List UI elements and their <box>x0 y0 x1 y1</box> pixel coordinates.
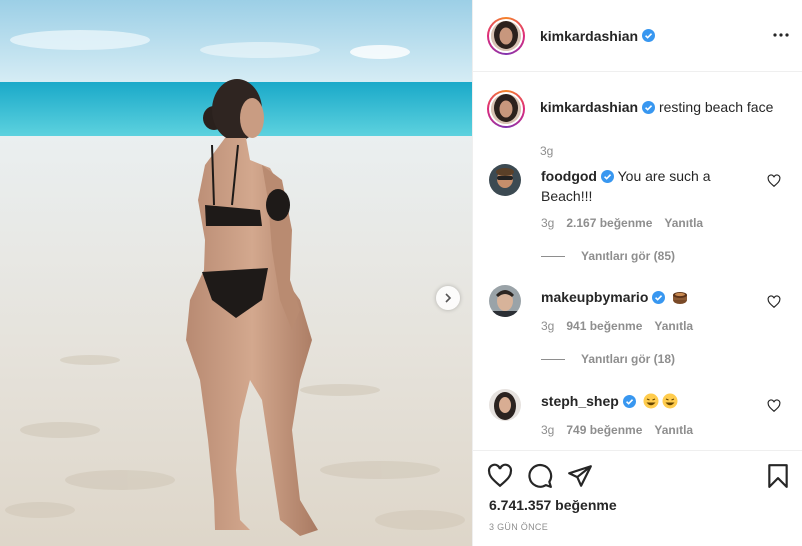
comment-username[interactable]: makeupbymario <box>541 289 648 305</box>
likes-count[interactable]: 6.741.357 beğenme <box>489 497 617 513</box>
comment-meta: 3g 749 beğenme Yanıtla <box>541 423 693 437</box>
commenter-avatar-image <box>489 389 521 421</box>
comment-username[interactable]: steph_shep <box>541 393 619 409</box>
view-replies-button[interactable]: Yanıtları gör (18) <box>541 352 675 366</box>
commenter-avatar[interactable] <box>489 389 521 421</box>
author-avatar[interactable] <box>487 16 525 55</box>
replies-divider <box>541 358 565 360</box>
heart-icon[interactable] <box>487 463 513 489</box>
verified-badge-icon <box>600 170 614 183</box>
reply-button[interactable]: Yanıtla <box>664 216 703 230</box>
like-comment-heart-icon[interactable] <box>767 399 781 413</box>
comments-list[interactable]: kimkardashian resting beach face 3g food <box>473 72 802 450</box>
post-date[interactable]: 3 GÜN ÖNCE <box>489 522 548 532</box>
cake-emoji <box>673 292 688 304</box>
comment-time[interactable]: 3g <box>541 319 554 333</box>
comment-likes[interactable]: 749 beğenme <box>566 423 642 437</box>
comment-icon[interactable] <box>527 463 553 489</box>
comment-likes[interactable]: 941 beğenme <box>566 319 642 333</box>
like-comment-heart-icon[interactable] <box>767 295 781 309</box>
verified-badge-icon <box>622 395 636 408</box>
replies-divider <box>541 255 565 257</box>
comment-time[interactable]: 3g <box>541 423 554 437</box>
beach-photo <box>0 0 472 546</box>
caption-text: resting beach face <box>658 99 774 115</box>
reply-button[interactable]: Yanıtla <box>654 423 693 437</box>
commenter-avatar[interactable] <box>489 285 521 317</box>
verified-badge-icon <box>642 101 656 114</box>
verified-badge-icon <box>652 291 666 304</box>
next-photo-button[interactable] <box>436 286 460 310</box>
like-comment-heart-icon[interactable] <box>767 174 781 188</box>
comment-meta: 3g 2.167 beğenme Yanıtla <box>541 216 703 230</box>
chevron-right-icon <box>445 293 452 303</box>
caption-body: kimkardashian resting beach face <box>540 98 790 116</box>
reply-button[interactable]: Yanıtla <box>654 319 693 333</box>
post-side-panel: kimkardashian kimkardashian resting beac… <box>472 0 802 546</box>
author-avatar-image <box>491 20 521 51</box>
share-icon[interactable] <box>567 463 593 489</box>
caption-avatar[interactable] <box>487 90 525 128</box>
comment-body: steph_shep <box>541 391 755 411</box>
comment-username[interactable]: foodgod <box>541 168 597 184</box>
view-replies-label: Yanıtları gör (85) <box>581 249 676 263</box>
verified-badge-icon <box>642 29 656 42</box>
caption-avatar-image <box>491 94 521 124</box>
bookmark-icon[interactable] <box>765 463 791 489</box>
author-username[interactable]: kimkardashian <box>540 28 638 44</box>
caption-time[interactable]: 3g <box>540 144 553 158</box>
comment-body: makeupbymario <box>541 287 755 307</box>
comment-body: foodgod You are such a Beach!!! <box>541 166 755 206</box>
more-options-icon[interactable] <box>771 25 791 45</box>
comment-meta: 3g 941 beğenme Yanıtla <box>541 319 693 333</box>
commenter-avatar-image <box>489 285 521 317</box>
view-replies-label: Yanıtları gör (18) <box>581 352 676 366</box>
post-header: kimkardashian <box>473 0 802 72</box>
post-media[interactable] <box>0 0 472 546</box>
instagram-post: kimkardashian kimkardashian resting beac… <box>0 0 802 546</box>
laughing-emoji <box>662 393 678 409</box>
commenter-avatar-image <box>489 164 521 196</box>
commenter-avatar[interactable] <box>489 164 521 196</box>
caption-username[interactable]: kimkardashian <box>540 99 638 115</box>
post-actions: 6.741.357 beğenme 3 GÜN ÖNCE <box>473 450 802 546</box>
comment-likes[interactable]: 2.167 beğenme <box>566 216 652 230</box>
comment-time[interactable]: 3g <box>541 216 554 230</box>
laughing-emoji <box>643 393 659 409</box>
view-replies-button[interactable]: Yanıtları gör (85) <box>541 249 675 263</box>
